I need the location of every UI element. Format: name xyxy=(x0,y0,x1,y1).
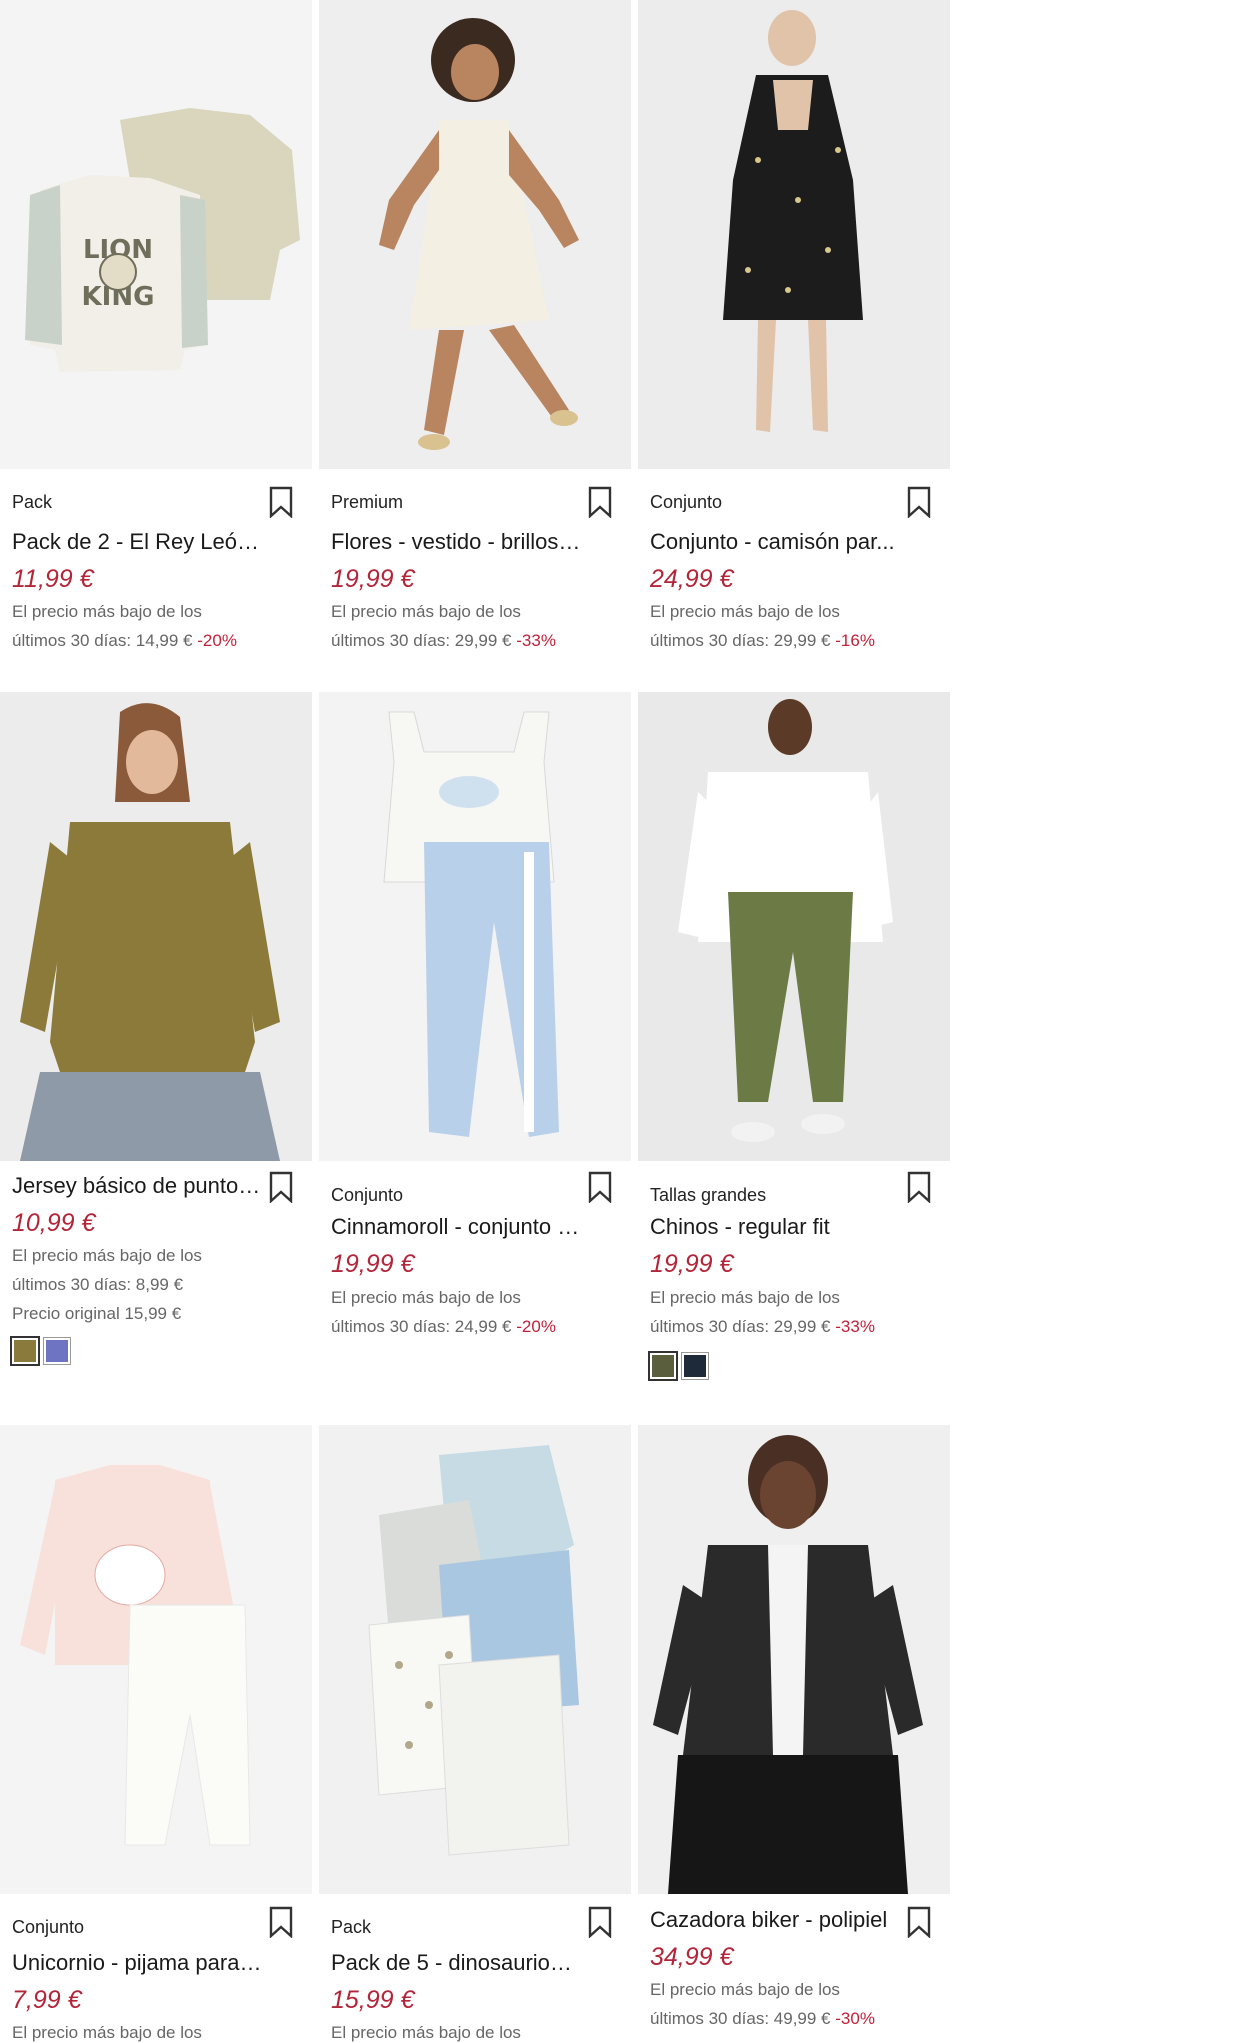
product-tag: Tallas grandes xyxy=(650,1185,767,1205)
product-title[interactable]: Pack de 5 - dinosaurios ... xyxy=(331,1950,581,1976)
product-card[interactable]: Cazadora biker - polipiel 34,99 € El pre… xyxy=(638,1425,950,2043)
product-title[interactable]: Chinos - regular fit xyxy=(650,1214,900,1240)
product-image[interactable] xyxy=(638,0,950,469)
product-image[interactable]: LION KING xyxy=(0,0,312,469)
lowest-price-value: últimos 30 días: 29,99 € -33% xyxy=(331,631,556,650)
discount-badge: -33% xyxy=(835,1317,875,1336)
color-swatch-navy[interactable] xyxy=(681,1352,709,1380)
lowest-price-value: últimos 30 días: 29,99 € -16% xyxy=(650,631,875,650)
product-image[interactable] xyxy=(319,1425,631,1894)
color-swatch-lavender[interactable] xyxy=(43,1337,71,1365)
lowest-price-note: El precio más bajo de los xyxy=(12,602,202,621)
product-title[interactable]: Jersey básico de punto f... xyxy=(12,1173,262,1199)
discount-badge: -20% xyxy=(516,1317,556,1336)
product-title[interactable]: Pack de 2 - El Rey León ... xyxy=(12,529,262,555)
product-image[interactable] xyxy=(638,692,950,1161)
product-card[interactable]: LION KING Pack Pack de 2 - El Rey León .… xyxy=(0,0,312,680)
product-card[interactable]: Tallas grandes Chinos - regular fit 19,9… xyxy=(638,692,950,1422)
lowest-price-value: últimos 30 días: 49,99 € -30% xyxy=(650,2009,875,2028)
product-image[interactable] xyxy=(638,1425,950,1894)
product-title[interactable]: Unicornio - pijama para ... xyxy=(12,1950,262,1976)
product-image-dino-bodysuits xyxy=(319,1425,631,1894)
product-price: 11,99 € xyxy=(12,565,94,593)
product-price: 10,99 € xyxy=(12,1209,96,1237)
color-swatch-khaki[interactable] xyxy=(10,1336,40,1366)
bookmark-icon[interactable] xyxy=(906,1171,932,1203)
bookmark-icon[interactable] xyxy=(587,1171,613,1203)
lowest-price-note: El precio más bajo de los xyxy=(331,602,521,621)
lowest-price-note: El precio más bajo de los xyxy=(12,1246,202,1265)
product-price: 19,99 € xyxy=(331,1250,415,1278)
lowest-price-value: últimos 30 días: 24,99 € -20% xyxy=(331,1317,556,1336)
original-price: Precio original 15,99 € xyxy=(12,1304,182,1323)
product-price: 24,99 € xyxy=(650,565,734,593)
color-swatches xyxy=(648,1351,709,1381)
color-swatch-olive[interactable] xyxy=(648,1351,678,1381)
product-tag: Conjunto xyxy=(650,492,723,512)
bookmark-icon[interactable] xyxy=(587,486,613,518)
bookmark-icon[interactable] xyxy=(268,1906,294,1938)
product-card[interactable]: Conjunto Conjunto - camisón par... 24,99… xyxy=(638,0,950,680)
product-tag: Pack xyxy=(12,492,53,512)
product-image-lion-king-shirts: LION KING xyxy=(0,0,312,469)
product-image-unicorn-pajama xyxy=(0,1425,312,1894)
product-image-knit-jersey xyxy=(0,692,312,1161)
color-swatches xyxy=(10,1336,71,1366)
product-image-cinnamoroll-set xyxy=(319,692,631,1161)
lowest-price-value: últimos 30 días: 29,99 € -33% xyxy=(650,1317,875,1336)
lowest-price-note: El precio más bajo de los xyxy=(650,1980,840,1999)
product-image[interactable] xyxy=(0,692,312,1161)
product-title[interactable]: Cinnamoroll - conjunto -... xyxy=(331,1214,581,1240)
product-card[interactable]: Conjunto Cinnamoroll - conjunto -... 19,… xyxy=(319,692,631,1422)
lowest-price-note: El precio más bajo de los xyxy=(650,1288,840,1307)
product-card[interactable]: Jersey básico de punto f... 10,99 € El p… xyxy=(0,692,312,1422)
bookmark-icon[interactable] xyxy=(906,486,932,518)
product-image-biker-jacket xyxy=(638,1425,950,1894)
lowest-price-note: El precio más bajo de los xyxy=(650,602,840,621)
product-image[interactable] xyxy=(319,0,631,469)
product-price: 34,99 € xyxy=(650,1943,734,1971)
product-image-nightgown xyxy=(638,0,950,469)
product-price: 7,99 € xyxy=(12,1986,82,2014)
discount-badge: -30% xyxy=(835,2009,875,2028)
discount-badge: -20% xyxy=(197,631,237,650)
product-price: 19,99 € xyxy=(331,565,415,593)
lowest-price-note: El precio más bajo de los xyxy=(12,2023,202,2042)
discount-badge: -16% xyxy=(835,631,875,650)
bookmark-icon[interactable] xyxy=(268,1171,294,1203)
product-price: 19,99 € xyxy=(650,1250,734,1278)
product-tag: Conjunto xyxy=(12,1917,85,1937)
lowest-price-note: El precio más bajo de los xyxy=(331,1288,521,1307)
product-card[interactable]: Pack Pack de 5 - dinosaurios ... 15,99 €… xyxy=(319,1425,631,2043)
product-price: 15,99 € xyxy=(331,1986,415,2014)
product-card[interactable]: Conjunto Unicornio - pijama para ... 7,9… xyxy=(0,1425,312,2043)
product-tag: Conjunto xyxy=(331,1185,404,1205)
product-tag: Premium xyxy=(331,492,404,512)
product-title[interactable]: Flores - vestido - brillos ... xyxy=(331,529,581,555)
product-title[interactable]: Cazadora biker - polipiel xyxy=(650,1907,900,1933)
product-tag: Pack xyxy=(331,1917,372,1937)
product-card[interactable]: Premium Flores - vestido - brillos ... 1… xyxy=(319,0,631,680)
product-image[interactable] xyxy=(319,692,631,1161)
lowest-price-value: últimos 30 días: 14,99 € -20% xyxy=(12,631,237,650)
lowest-price-value: últimos 30 días: 8,99 € xyxy=(12,1275,184,1294)
discount-badge: -33% xyxy=(516,631,556,650)
lowest-price-note: El precio más bajo de los xyxy=(331,2023,521,2042)
bookmark-icon[interactable] xyxy=(268,486,294,518)
product-image[interactable] xyxy=(0,1425,312,1894)
product-title[interactable]: Conjunto - camisón par... xyxy=(650,529,900,555)
bookmark-icon[interactable] xyxy=(587,1906,613,1938)
product-image-girl-dress xyxy=(319,0,631,469)
bookmark-icon[interactable] xyxy=(906,1906,932,1938)
product-image-chinos xyxy=(638,692,950,1161)
